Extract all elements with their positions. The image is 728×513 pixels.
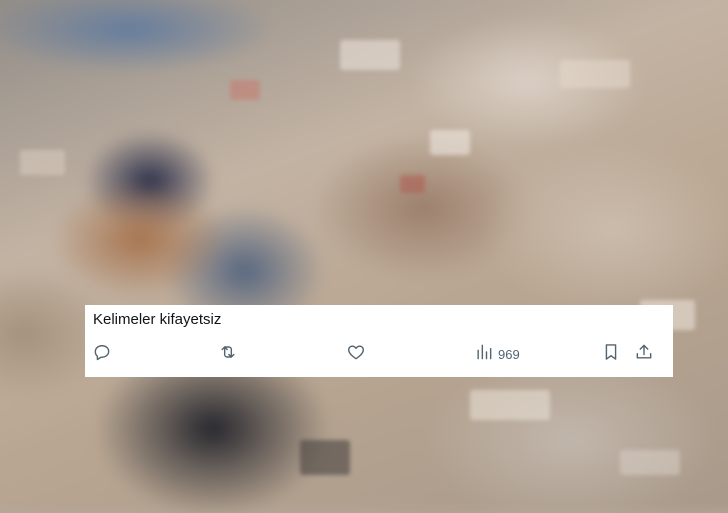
reply-button[interactable] [92,343,112,365]
tweet-text: Kelimeler kifayetsiz [93,311,222,328]
retweet-button[interactable] [218,343,238,365]
background-rubble-texture [0,0,728,500]
share-button[interactable] [634,343,654,365]
heart-icon [346,342,366,367]
bookmark-icon [601,342,621,367]
share-icon [634,342,654,367]
views-count: 969 [498,346,520,362]
retweet-icon [218,342,238,367]
reply-icon [92,342,112,367]
views-button[interactable]: 969 [474,343,520,365]
tweet-actions: 969 [85,343,673,365]
analytics-icon [474,342,494,367]
tweet-card: Kelimeler kifayetsiz 969 [85,305,673,377]
bookmark-button[interactable] [601,343,621,365]
like-button[interactable] [346,343,366,365]
